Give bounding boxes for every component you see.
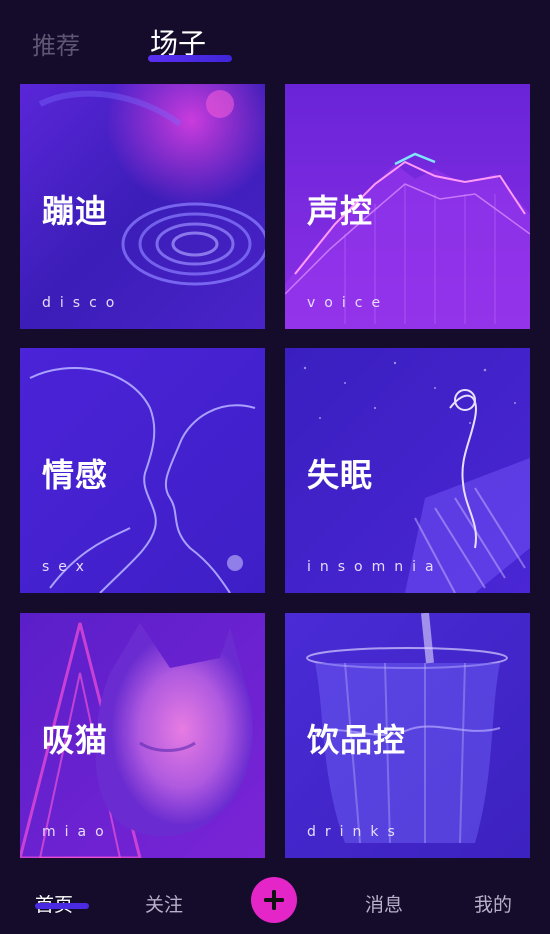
app-root: 推荐 场子 蹦迪 disco 声控 voice 情感 sex 失眠 insomn… xyxy=(0,0,550,934)
tab-recommend[interactable]: 推荐 xyxy=(32,26,80,61)
nav-messages[interactable]: 消息 xyxy=(365,890,403,917)
card-disco[interactable]: 蹦迪 disco xyxy=(20,84,265,329)
card-title: 吸猫 xyxy=(42,721,109,759)
card-drinks[interactable]: 饮品控 drinks xyxy=(285,613,530,858)
card-emotion[interactable]: 情感 sex xyxy=(20,348,265,593)
card-subtitle: voice xyxy=(307,295,390,311)
card-title: 声控 xyxy=(307,192,374,230)
plus-icon xyxy=(264,890,284,910)
active-nav-indicator xyxy=(35,903,89,909)
add-button[interactable] xyxy=(251,877,297,923)
card-voice[interactable]: 声控 voice xyxy=(285,84,530,329)
card-subtitle: miao xyxy=(42,824,113,840)
card-title: 饮品控 xyxy=(307,721,407,759)
card-insomnia[interactable]: 失眠 insomnia xyxy=(285,348,530,593)
card-subtitle: sex xyxy=(42,559,93,575)
nav-me[interactable]: 我的 xyxy=(474,890,512,917)
card-cat[interactable]: 吸猫 miao xyxy=(20,613,265,858)
card-title: 蹦迪 xyxy=(42,192,109,230)
nav-follow[interactable]: 关注 xyxy=(145,890,183,917)
card-title: 情感 xyxy=(42,456,109,494)
card-subtitle: disco xyxy=(42,295,124,311)
card-subtitle: insomnia xyxy=(307,559,443,575)
card-subtitle: drinks xyxy=(307,824,404,840)
top-tab-bar: 推荐 场子 xyxy=(0,0,550,80)
card-title: 失眠 xyxy=(307,456,374,494)
active-tab-indicator xyxy=(148,55,232,62)
